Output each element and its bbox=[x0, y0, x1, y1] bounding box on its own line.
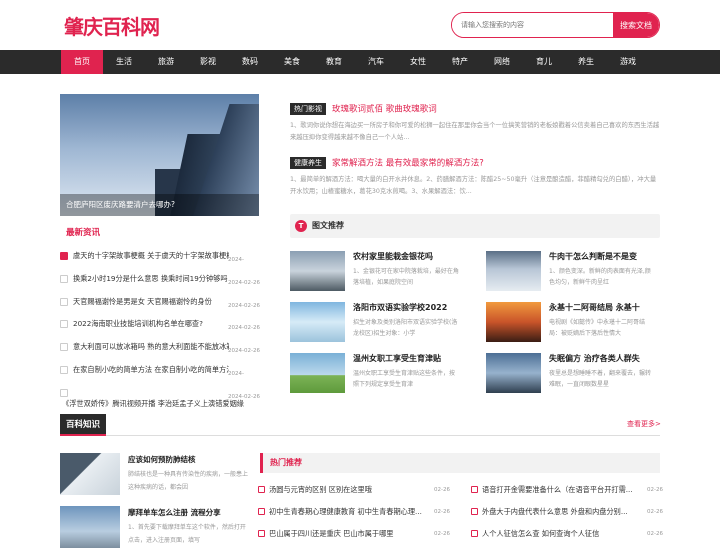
nav-item[interactable]: 教育 bbox=[313, 50, 355, 74]
list-item[interactable]: 虞天的十字架故事梗概 关于虞天的十字架故事梗概 2024- bbox=[60, 245, 259, 268]
nav-item[interactable]: 数码 bbox=[229, 50, 271, 74]
nav-item[interactable]: 美食 bbox=[271, 50, 313, 74]
list-icon bbox=[60, 252, 68, 260]
tuwen-header: T 图文推荐 bbox=[290, 214, 660, 238]
list-item[interactable]: 2022海南职业技能培训机构名单在哪查? 2024-02-26 bbox=[60, 313, 260, 336]
latest-list: 虞天的十字架故事梗概 关于虞天的十字架故事梗概 2024- 换乘2小时19分是什么… bbox=[60, 245, 260, 405]
list-icon bbox=[258, 508, 265, 515]
list-item[interactable]: 换乘2小时19分是什么意思 换乘时间19分钟够吗 2024-02-26 bbox=[60, 268, 260, 291]
nav-item[interactable]: 养生 bbox=[565, 50, 607, 74]
baike-card[interactable]: 摩拜单车怎么注册 流程分享 1、首先要下载摩拜单车这个软件，然后打开点击，进入注… bbox=[60, 506, 260, 556]
featured-title[interactable]: 玫瑰歌词贰佰 歌曲玫瑰歌词 bbox=[332, 105, 437, 115]
thumbnail[interactable] bbox=[290, 302, 345, 342]
list-icon bbox=[471, 530, 478, 537]
nav-item[interactable]: 汽车 bbox=[355, 50, 397, 74]
nav-item[interactable]: 女性 bbox=[397, 50, 439, 74]
nav-item[interactable]: 育儿 bbox=[523, 50, 565, 74]
category-tag[interactable]: 热门影视 bbox=[290, 102, 326, 115]
hero-image[interactable]: 合肥庐阳区废庆路要清户去哪办? bbox=[60, 94, 259, 216]
baike-header: 百科知识 bbox=[60, 414, 660, 436]
list-icon bbox=[471, 508, 478, 515]
list-icon bbox=[60, 320, 68, 329]
list-icon bbox=[60, 297, 68, 306]
list-icon bbox=[471, 486, 478, 493]
thumbnail[interactable] bbox=[290, 251, 345, 291]
list-item[interactable]: 巴山属于四川还是重庆 巴山市属于哪里 02-26 bbox=[258, 525, 450, 543]
list-item[interactable]: 汤圆与元宵的区别 区别在这里哦 02-26 bbox=[258, 481, 450, 499]
thumbnail[interactable] bbox=[290, 353, 345, 393]
nav-item[interactable]: 游戏 bbox=[607, 50, 649, 74]
featured-desc: 1、歌词你说你想在海边买一所房子和你可爱的松狮一起住在那里你会当个一位搞笑营销的… bbox=[290, 122, 660, 141]
hot-header: 热门推荐 bbox=[260, 453, 660, 473]
baike-title: 百科知识 bbox=[60, 414, 107, 436]
hero-caption[interactable]: 合肥庐阳区废庆路要清户去哪办? bbox=[60, 194, 259, 216]
site-logo[interactable]: 肇庆百科网 bbox=[64, 11, 160, 40]
header: 肇庆百科网 搜索文档 bbox=[0, 0, 720, 50]
featured-article: 健康养生 家常解酒方法 最有效最家常的解酒方法? 1、最简单的解酒方法：喝大量的白… bbox=[290, 152, 660, 195]
baike-card[interactable]: 应该如何预防肺结核 肺结核也是一种具有传染性的疾病，一般患上这种疾病的话，都会因 bbox=[60, 453, 260, 503]
search-box: 搜索文档 bbox=[451, 12, 660, 38]
list-item[interactable]: 天官赐福谢怜是男是女 天官赐福谢怜的身份 2024-02-26 bbox=[60, 291, 260, 314]
list-item[interactable]: 在家自制小吃的简单方法 在家自制小吃的简单方法视频2024- bbox=[60, 359, 259, 382]
latest-title: 最新资讯 bbox=[66, 228, 101, 238]
nav-item[interactable]: 旅游 bbox=[145, 50, 187, 74]
pic-card[interactable]: 洛阳市双语实验学校2022 招生对象及类别洛阳市双语实验学校(洛龙校区)招生对象… bbox=[290, 302, 460, 346]
nav-item[interactable]: 生活 bbox=[103, 50, 145, 74]
list-icon bbox=[258, 486, 265, 493]
list-icon bbox=[60, 343, 68, 352]
search-input[interactable] bbox=[452, 13, 613, 37]
search-button[interactable]: 搜索文档 bbox=[613, 13, 659, 37]
pic-card[interactable]: 温州女职工享受生育津贴 温州女职工享受生育津贴这些条件，按照下列规定享受生育津 bbox=[290, 353, 460, 397]
featured-title[interactable]: 家常解酒方法 最有效最家常的解酒方法? bbox=[332, 159, 484, 169]
list-item[interactable]: 语音打开金需要准备什么（在语音平台开打需... 02-26 bbox=[471, 481, 663, 499]
list-icon bbox=[60, 388, 68, 397]
nav-item[interactable]: 特产 bbox=[439, 50, 481, 74]
thumbnail[interactable] bbox=[486, 251, 541, 291]
main-nav: 首页 生活 旅游 影视 数码 美食 教育 汽车 女性 特产 网络 育儿 养生 游… bbox=[0, 50, 720, 74]
pic-card[interactable]: 永基十二阿哥结局 永基十 电视剧《如懿传》中永璂十二阿哥结局：被贬嫡后下落后性情… bbox=[486, 302, 656, 346]
list-item[interactable]: 初中生青春期心理健康教育 初中生青春期心理... 02-26 bbox=[258, 503, 450, 521]
hot-title: 热门推荐 bbox=[260, 453, 302, 473]
thumbnail[interactable] bbox=[486, 353, 541, 393]
featured-article: 热门影视 玫瑰歌词贰佰 歌曲玫瑰歌词 1、歌词你说你想在海边买一所房子和你可爱的松… bbox=[290, 98, 660, 141]
list-icon bbox=[60, 365, 68, 374]
t-badge-icon: T bbox=[295, 220, 307, 232]
nav-item[interactable]: 网络 bbox=[481, 50, 523, 74]
list-item-last[interactable]: 《浮世双娇传》腾讯视频开播 李治廷孟子义上演错爱姻缘 bbox=[62, 399, 244, 409]
list-item[interactable]: 人个人征信怎么查 如何查询个人征信 02-26 bbox=[471, 525, 663, 543]
list-icon bbox=[60, 274, 68, 283]
pic-card[interactable]: 失眠偏方 治疗各类人群失 夜里总是想睡睡不着，翻来覆去，辗转难眠，一直闭眼数星星 bbox=[486, 353, 656, 397]
thumbnail[interactable] bbox=[60, 506, 120, 548]
pic-card[interactable]: 牛肉干怎么判断是不是变 1、颜色变深。新鲜的肉表面有光泽,颜色均匀，新鲜牛肉呈红 bbox=[486, 251, 656, 295]
list-icon bbox=[258, 530, 265, 537]
nav-item-home[interactable]: 首页 bbox=[61, 50, 103, 74]
thumbnail[interactable] bbox=[60, 453, 120, 495]
more-link[interactable]: 查看更多> bbox=[627, 419, 661, 429]
list-item[interactable]: 外盘大于内盘代表什么意思 外盘和内盘分别... 02-26 bbox=[471, 503, 663, 521]
tuwen-title: 图文推荐 bbox=[312, 221, 344, 230]
thumbnail[interactable] bbox=[486, 302, 541, 342]
nav-item[interactable]: 影视 bbox=[187, 50, 229, 74]
list-item[interactable]: 意大利面可以放冰箱吗 熟的意大利面能不能放冰箱储存2024-02-26 bbox=[60, 336, 260, 359]
category-tag[interactable]: 健康养生 bbox=[290, 156, 326, 169]
featured-desc: 1、最简单的解酒方法：喝大量的白开水并休息。2、药膳解酒方法：陈醋25~50毫升… bbox=[290, 176, 657, 195]
pic-card[interactable]: 农村家里能栽金银花吗 1、金银花可在家中院落栽培，最好在角落培植，如果庭院空间 bbox=[290, 251, 460, 295]
